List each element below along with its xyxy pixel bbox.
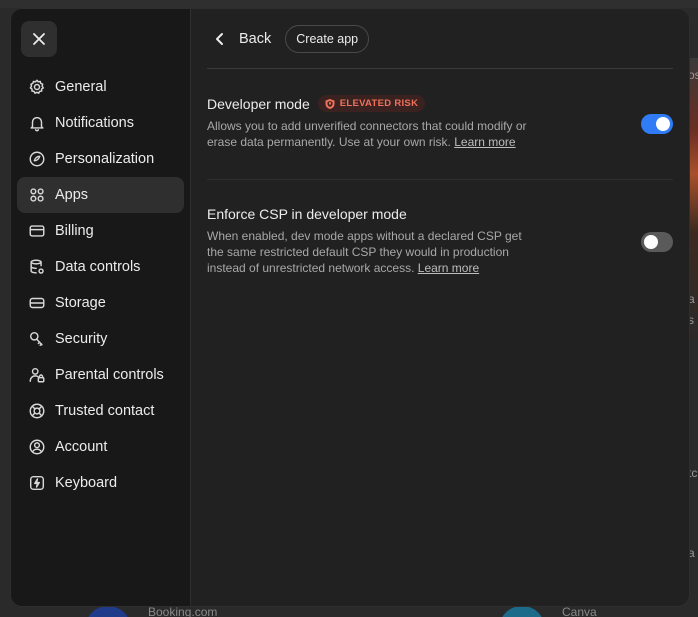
sidebar-item-label: Apps [55,187,89,203]
sidebar-item-label: Security [55,331,108,347]
keyboard-icon [27,473,47,493]
developer-mode-toggle[interactable] [641,114,673,134]
chevron-left-icon [216,32,223,45]
database-icon [27,257,47,277]
sidebar-item-label: Parental controls [55,367,164,383]
apps-grid-icon [27,185,47,205]
developer-mode-setting: Developer mode ELEVATED RISK Allows you … [207,69,673,179]
close-button[interactable] [21,21,57,57]
enforce-csp-title: Enforce CSP in developer mode [207,206,407,222]
close-icon [33,33,45,45]
toggle-knob [656,117,670,131]
gear-icon [27,77,47,97]
content-header: Back Create app [207,9,673,69]
sidebar-item-label: General [55,79,107,95]
sidebar-item-billing[interactable]: Billing [17,213,184,249]
settings-nav: General Notifications Personalization Ap… [17,69,184,501]
enforce-csp-toggle[interactable] [641,232,673,252]
create-app-button[interactable]: Create app [285,24,370,53]
sidebar-item-label: Notifications [55,115,134,131]
badge-label: ELEVATED RISK [339,98,419,109]
parental-icon [27,365,47,385]
sidebar-item-account[interactable]: Account [17,429,184,465]
backdrop-top [0,0,698,8]
sidebar-item-apps[interactable]: Apps [17,177,184,213]
setting-title: Enforce CSP in developer mode [207,206,673,222]
sidebar-item-label: Account [55,439,108,455]
backdrop-label: Canva [562,606,597,617]
sidebar-item-personalization[interactable]: Personalization [17,141,184,177]
backdrop-bottom: Booking.com Canva [0,606,698,617]
storage-icon [27,293,47,313]
elevated-risk-badge: ELEVATED RISK [317,95,426,112]
developer-mode-title: Developer mode [207,95,310,112]
lifebuoy-icon [27,401,47,421]
account-icon [27,437,47,457]
setting-title: Developer mode ELEVATED RISK [207,95,673,112]
sidebar-item-parental-controls[interactable]: Parental controls [17,357,184,393]
settings-sidebar: General Notifications Personalization Ap… [11,9,191,606]
back-label: Back [239,30,272,47]
key-icon [27,329,47,349]
sidebar-item-label: Storage [55,295,106,311]
enforce-csp-setting: Enforce CSP in developer mode When enabl… [207,179,673,309]
enforce-csp-description: When enabled, dev mode apps without a de… [207,228,527,276]
card-icon [27,221,47,241]
back-button[interactable]: Back [213,31,271,47]
sidebar-item-label: Personalization [55,151,155,167]
backdrop-label: Booking.com [148,606,218,617]
bell-icon [27,113,47,133]
booking-logo [86,606,130,617]
canva-logo [500,606,544,617]
sidebar-item-keyboard[interactable]: Keyboard [17,465,184,501]
sidebar-item-general[interactable]: General [17,69,184,105]
developer-mode-description: Allows you to add unverified connectors … [207,118,527,150]
sidebar-item-storage[interactable]: Storage [17,285,184,321]
sidebar-item-trusted-contact[interactable]: Trusted contact [17,393,184,429]
sidebar-item-notifications[interactable]: Notifications [17,105,184,141]
sidebar-item-label: Billing [55,223,94,239]
sidebar-item-label: Data controls [55,259,141,275]
personalization-icon [27,149,47,169]
settings-modal: General Notifications Personalization Ap… [10,8,690,607]
sidebar-item-label: Trusted contact [55,403,155,419]
shield-icon [325,98,335,109]
settings-content: Back Create app Developer mode ELEVATED … [207,9,673,606]
sidebar-item-label: Keyboard [55,475,118,491]
toggle-knob [644,235,658,249]
learn-more-link[interactable]: Learn more [454,135,515,149]
sidebar-item-data-controls[interactable]: Data controls [17,249,184,285]
learn-more-link[interactable]: Learn more [418,261,479,275]
sidebar-item-security[interactable]: Security [17,321,184,357]
